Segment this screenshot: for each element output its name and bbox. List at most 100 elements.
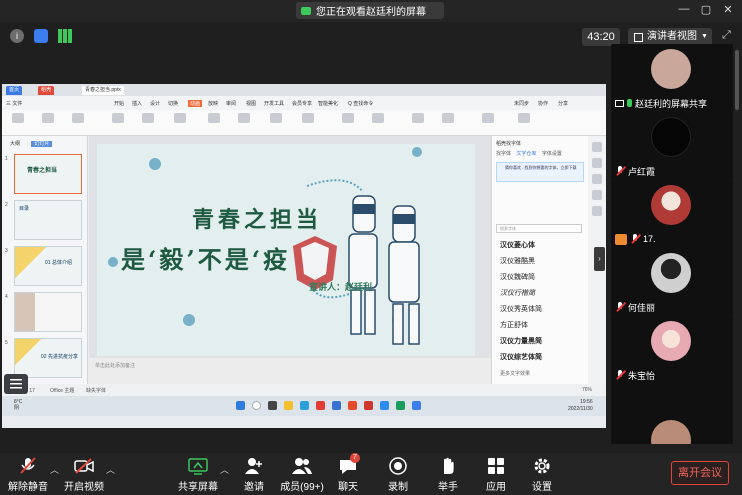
font-item[interactable]: 汉仪魏碑简 — [500, 272, 535, 282]
app-icon[interactable] — [348, 401, 357, 410]
menu-collab[interactable]: 协作 — [538, 100, 548, 107]
menu-design[interactable]: 设计 — [150, 100, 160, 107]
participant-tile[interactable] — [611, 384, 733, 444]
chat-button[interactable]: 7 聊天 — [320, 453, 376, 493]
slide-thumbnail[interactable]: 01 总体介绍 — [14, 246, 82, 286]
panel-tab[interactable]: 字体设置 — [542, 151, 562, 157]
participant-tile[interactable]: 赵廷利的屏幕共享 — [611, 44, 733, 112]
tencent-meeting-icon[interactable] — [412, 401, 421, 410]
participant-scrollbar[interactable] — [735, 50, 739, 110]
menu-beautify[interactable]: 智能美化 — [318, 100, 338, 107]
ribbon-icon[interactable] — [12, 113, 24, 123]
shield-icon[interactable] — [34, 29, 48, 43]
menu-view[interactable]: 视图 — [246, 100, 256, 107]
font-item[interactable]: 汉仪力量黑简 — [500, 336, 542, 346]
restore-icon[interactable]: ▢ — [698, 3, 714, 16]
font-item[interactable]: 方正舒体 — [500, 320, 528, 330]
menu-share[interactable]: 分享 — [558, 100, 568, 107]
zoom-level[interactable]: 76% — [582, 387, 592, 393]
ribbon-icon[interactable] — [442, 113, 454, 123]
wps-tab-document[interactable]: 青春之担当.pptx — [82, 86, 124, 95]
app-icon[interactable] — [332, 401, 341, 410]
tab-outline[interactable]: 大纲 — [10, 141, 20, 147]
menu-search[interactable]: Q 查找命令 — [348, 100, 373, 107]
participant-tile[interactable]: 何佳丽 — [611, 248, 733, 316]
panel-tab[interactable]: 找字体 — [496, 151, 511, 157]
tool-icon[interactable] — [592, 206, 602, 216]
signal-icon[interactable] — [58, 29, 72, 43]
menu-developer[interactable]: 开发工具 — [264, 100, 284, 107]
font-item[interactable]: 汉仪秀英体简 — [500, 304, 542, 314]
ribbon-icon[interactable] — [412, 113, 424, 123]
notes-area[interactable]: 单击此处添加备注 — [89, 358, 491, 384]
ribbon-icon[interactable] — [72, 113, 84, 123]
slide-thumbnail[interactable]: 青春之担当 — [14, 154, 82, 194]
share-screen-button[interactable]: 共享屏幕 — [170, 457, 226, 493]
menu-animation[interactable]: 动画 — [188, 100, 203, 107]
menu-member[interactable]: 会员专享 — [292, 100, 312, 107]
unmute-button[interactable]: 解除静音 — [0, 457, 56, 493]
ribbon-icon[interactable] — [174, 113, 186, 123]
menu-insert[interactable]: 插入 — [132, 100, 142, 107]
leave-meeting-button[interactable]: 离开会议 — [671, 461, 729, 485]
record-button[interactable]: 录制 — [370, 457, 426, 493]
tool-icon[interactable] — [592, 190, 602, 200]
collapse-panel-button[interactable]: › — [594, 247, 605, 271]
panel-tab[interactable]: 文字仓库 — [516, 151, 536, 157]
slide-thumbnail[interactable]: 目录 — [14, 200, 82, 240]
ribbon-icon[interactable] — [112, 113, 124, 123]
app-icon[interactable] — [364, 401, 373, 410]
missing-font[interactable]: 缺失字体 — [86, 387, 106, 394]
wps-tab-home[interactable]: 首页 — [6, 86, 23, 95]
ribbon-icon[interactable] — [342, 113, 354, 123]
ribbon-icon[interactable] — [302, 113, 314, 123]
menu-home[interactable]: 开始 — [114, 100, 124, 107]
share-notice-banner[interactable]: 您正在观看赵廷利的屏幕 — [296, 2, 444, 19]
tool-icon[interactable] — [592, 158, 602, 168]
more-effects-link[interactable]: 更多文字效果 — [500, 370, 530, 377]
current-slide[interactable]: 青春之担当 是‘毅’不是‘疫 宣讲人：赵廷利 — [97, 144, 475, 356]
ribbon-icon[interactable] — [208, 113, 220, 123]
font-item[interactable]: 汉仪雅酷黑 — [500, 256, 535, 266]
taskbar-clock[interactable]: 19:56 2022/11/30 — [568, 399, 593, 413]
floating-menu-button[interactable] — [4, 374, 28, 394]
font-search-input[interactable]: 搜索字体 — [496, 224, 582, 233]
app-icon[interactable] — [380, 401, 389, 410]
app-icon[interactable] — [396, 401, 405, 410]
slide-thumbnail[interactable] — [14, 292, 82, 332]
ribbon-icon[interactable] — [238, 113, 250, 123]
font-item[interactable]: 汉仪行楷简 — [500, 288, 535, 298]
explorer-icon[interactable] — [284, 401, 293, 410]
edge-icon[interactable] — [300, 401, 309, 410]
menu-unsynced[interactable]: 未同步 — [514, 100, 529, 107]
taskview-icon[interactable] — [268, 401, 277, 410]
ribbon-icon[interactable] — [372, 113, 384, 123]
start-icon[interactable] — [236, 401, 245, 410]
menu-slideshow[interactable]: 放映 — [208, 100, 218, 107]
menu-file[interactable]: 三 文件 — [6, 100, 22, 107]
menu-review[interactable]: 审阅 — [226, 100, 236, 107]
participant-tile[interactable]: 朱宝怡 — [611, 316, 733, 384]
ribbon-icon[interactable] — [142, 113, 154, 123]
participant-tile[interactable]: 卢红霞 — [611, 112, 733, 180]
font-item[interactable]: 汉仪综艺体简 — [500, 352, 542, 362]
weather-widget[interactable]: 8°C 阴 — [14, 399, 22, 411]
menu-transition[interactable]: 切换 — [168, 100, 178, 107]
ribbon-icon[interactable] — [270, 113, 282, 123]
search-icon[interactable] — [252, 401, 261, 410]
shared-screen[interactable]: 首页 稻壳 青春之担当.pptx 三 文件 开始 插入 设计 切换 动画 放映 … — [2, 84, 606, 428]
start-video-button[interactable]: 开启视频 — [56, 457, 112, 493]
ribbon-icon[interactable] — [482, 113, 494, 123]
tab-slides[interactable]: 幻灯片 — [31, 141, 53, 147]
participant-tile[interactable]: 17. — [611, 180, 733, 248]
minimize-icon[interactable]: — — [676, 3, 692, 15]
ribbon-icon[interactable] — [42, 113, 54, 123]
tool-icon[interactable] — [592, 174, 602, 184]
settings-button[interactable]: 设置 — [514, 457, 570, 493]
wps-tab-docer[interactable]: 稻壳 — [38, 86, 55, 95]
ribbon-icon[interactable] — [518, 113, 530, 123]
close-icon[interactable]: ✕ — [720, 3, 736, 16]
info-icon[interactable]: i — [10, 29, 24, 43]
slide-thumbnail[interactable]: 02 先进抗疫分享 — [14, 338, 82, 378]
tool-icon[interactable] — [592, 142, 602, 152]
